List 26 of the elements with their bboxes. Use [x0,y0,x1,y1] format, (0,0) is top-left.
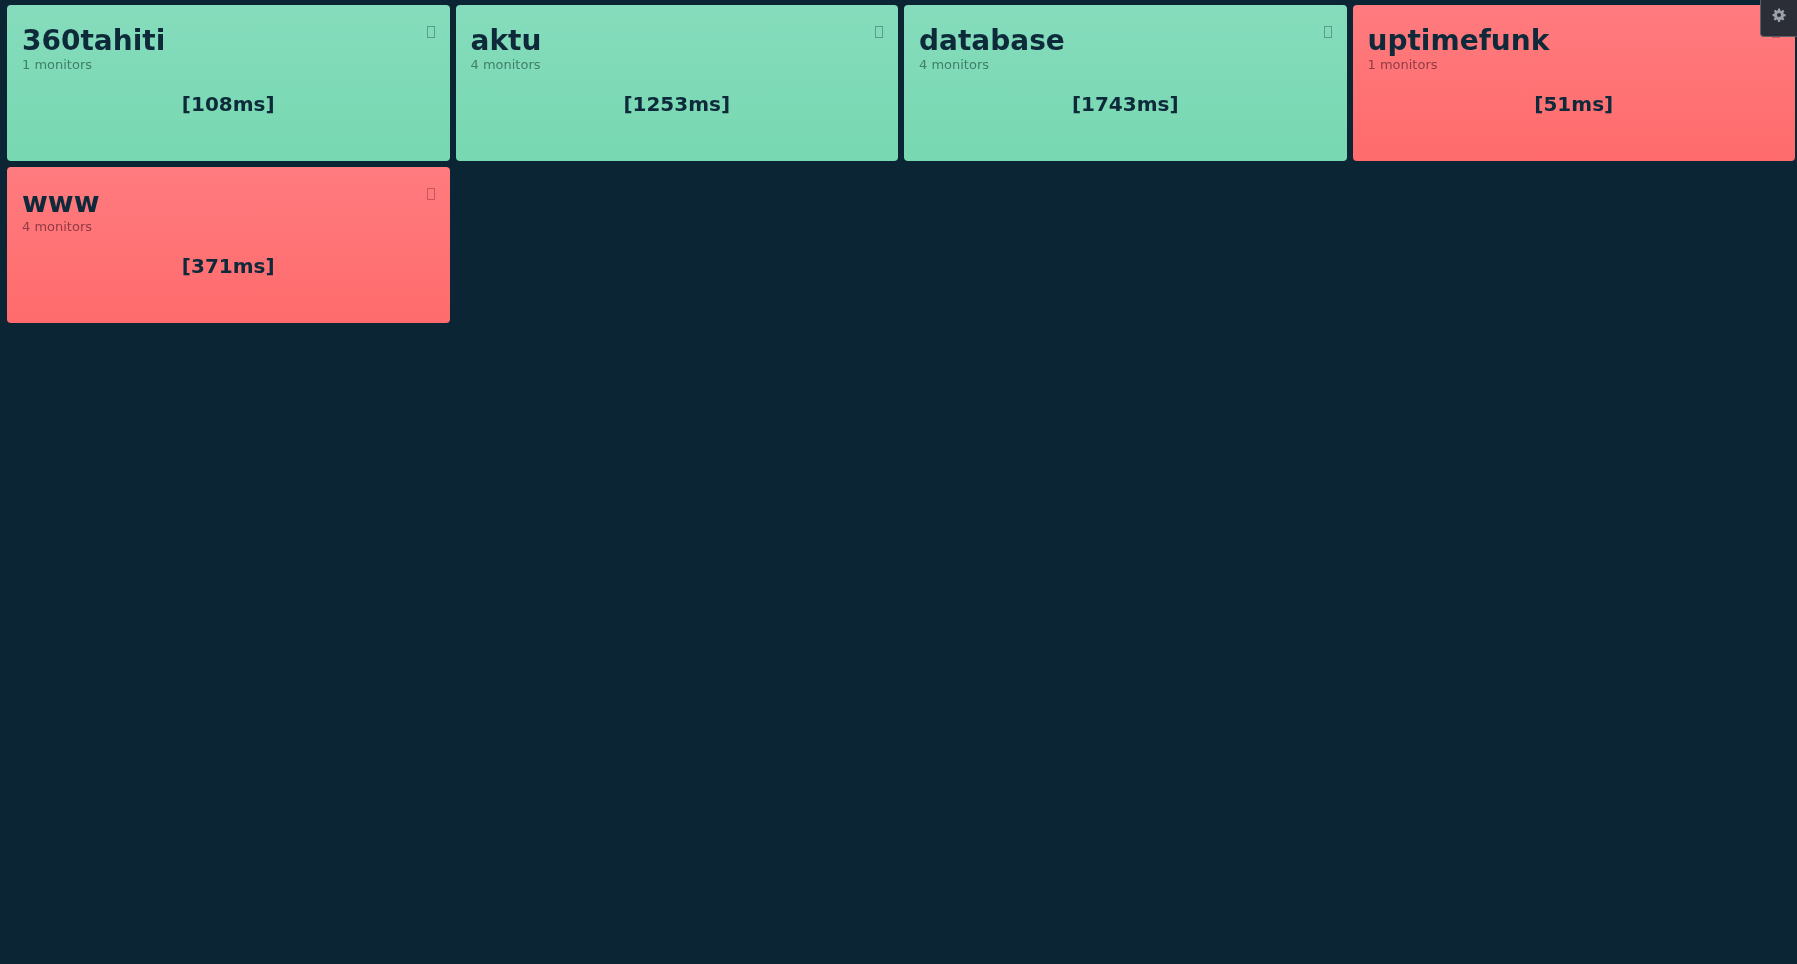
monitor-group-card[interactable]: uptimefunk 1 monitors [51ms] [1352,5,1795,161]
group-name: 360tahiti [22,25,166,57]
monitor-group-card[interactable]: database 4 monitors [1743ms] [904,5,1347,161]
settings-button[interactable] [1760,0,1797,37]
monitor-group-card[interactable]: 360tahiti 1 monitors [108ms] [7,5,450,161]
response-time: [1743ms] [1071,91,1179,118]
monitor-group-card[interactable]: www 4 monitors [371ms] [7,167,450,323]
group-name: www [22,187,100,219]
monitor-count: 1 monitors [1367,57,1438,72]
response-time: [51ms] [1534,91,1614,118]
group-name: database [919,25,1065,57]
monitor-count: 4 monitors [919,57,990,72]
settings-icon [1772,8,1786,22]
response-time: [371ms] [181,253,275,280]
response-time: [108ms] [181,91,275,118]
monitor-count: 4 monitors [470,57,541,72]
group-name: aktu [470,25,542,57]
monitor-count: 4 monitors [22,219,93,234]
response-time: [1253ms] [623,91,731,118]
monitor-group-card[interactable]: aktu 4 monitors [1253ms] [455,5,898,161]
monitor-count: 1 monitors [22,57,93,72]
rectangle-icon [426,26,435,38]
group-name: uptimefunk [1367,25,1550,57]
rectangle-icon [1323,26,1332,38]
rectangle-icon [875,26,883,38]
rectangle-icon [426,188,435,200]
